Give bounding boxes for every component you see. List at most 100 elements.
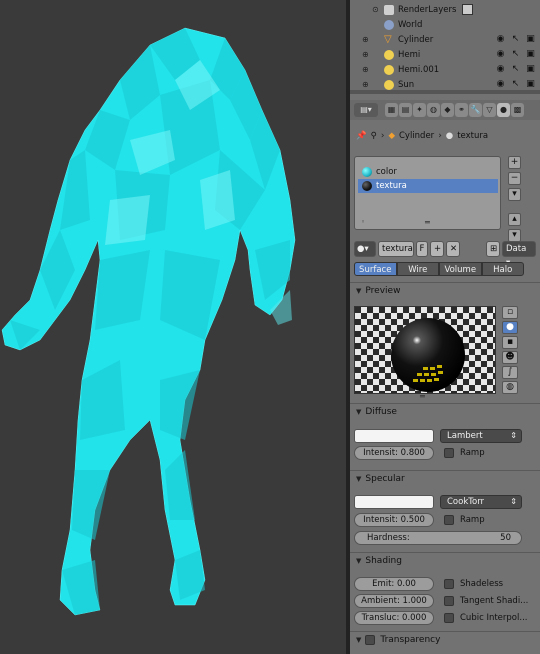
specular-shader-dropdown[interactable]: CookTorr ⇕ [440, 495, 522, 509]
tab-modifiers[interactable]: 🔧 [469, 103, 482, 117]
section-specular-header[interactable]: ▼ Specular [350, 471, 540, 487]
eye-icon[interactable]: ◉ [495, 64, 506, 75]
emit-slider[interactable]: Emit: 0.00 [354, 577, 434, 591]
pin-icon[interactable]: 📌 [356, 131, 367, 141]
eye-icon[interactable]: ◉ [495, 34, 506, 45]
fake-user-button[interactable]: F [416, 241, 428, 257]
shadeless-checkbox[interactable]: Shadeless [444, 579, 503, 589]
tab-world[interactable]: ◍ [427, 103, 440, 117]
expanded-triangle-icon: ▼ [356, 287, 362, 295]
specular-ramp-checkbox[interactable]: Ramp [444, 515, 485, 525]
specular-intensity-slider[interactable]: Intensit: 0.500 [354, 513, 434, 527]
cursor-icon[interactable]: ↖ [510, 49, 521, 60]
section-shading-header[interactable]: ▼ Shading [350, 553, 540, 569]
preview-world-button[interactable]: ◍ [502, 381, 518, 394]
preview-cube-button[interactable]: ▪ [502, 336, 518, 349]
cyan-character-mesh [1, 27, 296, 616]
section-diffuse-header[interactable]: ▼ Diffuse [350, 404, 540, 420]
move-up-button[interactable]: ▴ [508, 213, 521, 226]
ambient-slider[interactable]: Ambient: 1.000 [354, 594, 434, 608]
dropdown-value: CookTorr [447, 497, 485, 507]
tab-data[interactable]: ▽ [483, 103, 496, 117]
expanded-triangle-icon: ▼ [356, 475, 362, 483]
tab-volume[interactable]: Volume [439, 262, 482, 276]
hardness-slider[interactable]: Hardness: 50 [354, 531, 522, 545]
remove-slot-button[interactable]: − [508, 172, 521, 185]
section-title: Shading [365, 556, 402, 566]
preview-hair-button[interactable]: ∫ [502, 366, 518, 379]
cursor-icon[interactable]: ↖ [510, 79, 521, 90]
camera-icon[interactable]: ▣ [525, 49, 536, 60]
eye-icon[interactable]: ◉ [495, 49, 506, 60]
material-slot-list: color textura ◦ ═ [354, 156, 501, 230]
node-icon[interactable]: ⊞ [486, 241, 500, 257]
material-preview [354, 306, 496, 394]
section-title: Transparency [380, 635, 441, 645]
unlink-material-button[interactable]: ✕ [446, 241, 460, 257]
expand-icon[interactable]: ⊕ [362, 80, 369, 89]
slot-specials-button[interactable]: ▾ [508, 188, 521, 201]
expand-icon[interactable]: ⊕ [362, 65, 369, 74]
preview-flat-button[interactable]: ▫ [502, 306, 518, 319]
eye-icon[interactable]: ◉ [495, 79, 506, 90]
cubic-interpolation-checkbox[interactable]: Cubic Interpol... [444, 613, 527, 623]
editor-type-menu[interactable]: ▤▾ [354, 103, 378, 117]
preview-monkey-button[interactable]: ☻ [502, 351, 518, 364]
breadcrumb-object: Cylinder [398, 131, 435, 141]
diffuse-intensity-slider[interactable]: Intensit: 0.800 [354, 446, 434, 460]
checkbox-label: Ramp [460, 448, 485, 458]
expand-icon[interactable]: ⊕ [362, 50, 369, 59]
resize-grip-icon[interactable]: ═ [420, 392, 425, 401]
tab-texture[interactable]: ▩ [511, 103, 524, 117]
resize-icon[interactable]: ◦ [361, 218, 365, 226]
outliner-item-world[interactable]: World [350, 17, 540, 32]
section-transparency-header[interactable]: ▼ Transparency [350, 632, 540, 648]
add-slot-button[interactable]: + [508, 156, 521, 169]
tab-wire[interactable]: Wire [396, 262, 439, 276]
diffuse-color-swatch[interactable] [354, 429, 434, 443]
tab-render[interactable]: ▦ [385, 103, 398, 117]
checkbox-label: Cubic Interpol... [460, 613, 528, 623]
camera-icon[interactable]: ▣ [525, 34, 536, 45]
transparency-checkbox[interactable] [365, 635, 376, 645]
list-grip-icon[interactable]: ═ [425, 218, 430, 227]
camera-icon[interactable]: ▣ [525, 79, 536, 90]
tangent-shading-checkbox[interactable]: Tangent Shadi... [444, 596, 528, 606]
link-dropdown[interactable]: Data ▾ [502, 241, 536, 268]
tab-scene[interactable]: ✦ [413, 103, 426, 117]
preview-sphere-button[interactable]: ● [502, 321, 518, 334]
tab-surface[interactable]: Surface [354, 262, 397, 276]
outliner-item-hemi-001[interactable]: ⊕ Hemi.001 ◉ ↖ ▣ [350, 62, 540, 77]
outliner-label: World [398, 19, 423, 30]
translucency-slider[interactable]: Transluc: 0.000 [354, 611, 434, 625]
cursor-icon[interactable]: ↖ [510, 34, 521, 45]
preview-type-buttons: ▫ ● ▪ ☻ ∫ ◍ [502, 306, 520, 394]
diffuse-ramp-checkbox[interactable]: Ramp [444, 448, 485, 458]
new-material-button[interactable]: + [430, 241, 444, 257]
outliner-scrollbar[interactable] [350, 90, 540, 94]
browse-material-button[interactable]: ●▾ [354, 241, 376, 257]
cursor-icon[interactable]: ↖ [510, 64, 521, 75]
outliner-item-renderlayers[interactable]: ⊙ RenderLayers [350, 2, 540, 17]
section-preview-header[interactable]: ▼ Preview [350, 283, 540, 299]
tab-material[interactable]: ● [497, 103, 510, 117]
material-ball-icon [362, 167, 372, 177]
breadcrumb-material: textura [457, 131, 489, 141]
expand-icon[interactable]: ⊙ [372, 5, 379, 14]
camera-icon[interactable]: ▣ [525, 64, 536, 75]
render-layers-icon [462, 4, 474, 15]
diffuse-shader-dropdown[interactable]: Lambert ⇕ [440, 429, 522, 443]
3d-viewport[interactable] [0, 0, 346, 654]
material-slot-color[interactable]: color [358, 165, 498, 179]
tab-halo[interactable]: Halo [481, 262, 524, 276]
tab-constraints[interactable]: ⚭ [455, 103, 468, 117]
outliner-item-cylinder[interactable]: ⊕ ▽ Cylinder ◉ ↖ ▣ [350, 32, 540, 47]
tab-object[interactable]: ◆ [441, 103, 454, 117]
tab-render-layers[interactable]: ▤ [399, 103, 412, 117]
material-name-field[interactable]: textura [378, 241, 414, 257]
outliner-item-hemi[interactable]: ⊕ Hemi ◉ ↖ ▣ [350, 47, 540, 62]
material-slot-textura[interactable]: textura [358, 179, 498, 193]
specular-color-swatch[interactable] [354, 495, 434, 509]
expand-icon[interactable]: ⊕ [362, 35, 369, 44]
section-title: Diffuse [365, 407, 397, 417]
